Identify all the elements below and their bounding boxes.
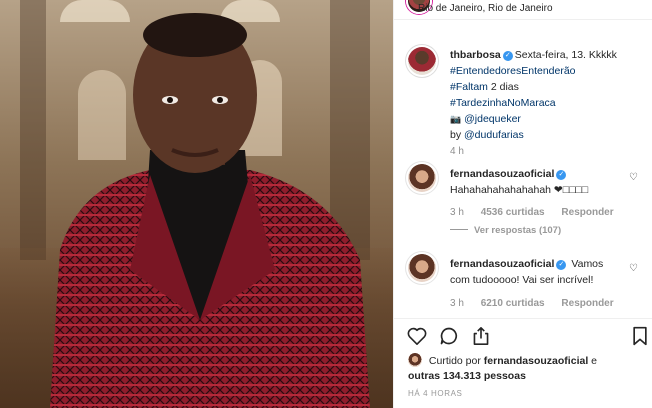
bookmark-icon[interactable] [629,325,651,347]
credit-link[interactable]: @dudufarias [464,129,524,141]
caption-text: 2 dias [490,81,519,93]
caption: thbarbosa ✓ Sexta-feira, 13. Kkkkk #Entend… [450,47,645,143]
comment-avatar[interactable] [408,164,436,192]
reply-button[interactable]: Responder [561,298,613,309]
liker-avatar [408,353,422,367]
hashtag-link[interactable]: #EntendedoresEntenderão [450,63,645,79]
likes-count-link[interactable]: outras 134.313 pessoas [408,370,526,382]
comment-avatar[interactable] [408,254,436,282]
verified-badge-icon: ✓ [502,51,513,61]
verified-badge-icon: ✓ [556,260,567,270]
comment-heart-icon[interactable]: ♡ [629,172,638,183]
action-bar: Curtido por fernandasouzaoficial e outra… [394,318,652,408]
comment: fernandasouzaoficial ✓ Vamos com tudooooo… [450,256,620,288]
post-timestamp[interactable]: HÁ 4 HORAS [408,389,462,398]
comment-likes[interactable]: 6210 curtidas [481,298,545,309]
comment-username[interactable]: fernandasouzaoficial [450,168,554,180]
comment-username[interactable]: fernandasouzaoficial [450,258,554,270]
caption-meta: 4 h [450,146,478,157]
comment-icon[interactable] [438,325,460,347]
heart-icon[interactable] [406,325,428,347]
liked-prefix: Curtido por [428,355,481,367]
share-icon[interactable] [470,325,492,347]
comment-meta: 3 h 6210 curtidas Responder [450,298,628,309]
liker-username[interactable]: fernandasouzaoficial [484,355,588,367]
comment-meta: 3 h 4536 curtidas Responder [450,207,628,218]
comment-likes[interactable]: 4536 curtidas [481,207,545,218]
reply-button[interactable]: Responder [561,207,613,218]
credit-link[interactable]: @jdequeker [464,113,521,125]
caption-username[interactable]: thbarbosa [450,49,501,61]
camera-icon: 📷 [450,114,462,124]
comment-time[interactable]: 3 h [450,298,464,309]
caption-time[interactable]: 4 h [450,146,464,157]
comment: fernandasouzaoficial ✓ Hahahahahahahahah … [450,166,620,198]
liked-by: Curtido por fernandasouzaoficial e outra… [408,353,597,384]
person-figure [50,13,370,408]
comment-heart-icon[interactable]: ♡ [629,263,638,274]
liked-suffix: e [591,355,598,367]
caption-text: Sexta-feira, 13. Kkkkk [514,49,617,61]
comment-time[interactable]: 3 h [450,207,464,218]
caption-author-avatar[interactable] [408,47,436,75]
location-row: Rio de Janeiro, Rio de Janeiro [394,0,652,20]
hashtag-link[interactable]: #Faltam [450,81,488,93]
post-details-panel: Rio de Janeiro, Rio de Janeiro thbarbosa… [393,0,652,408]
verified-badge-icon: ✓ [556,170,567,180]
caption-text: by [450,129,462,141]
view-replies-button[interactable]: Ver respostas (107) [450,225,561,236]
comment-text: Hahahahahahahahah ❤□□□□ [450,184,589,196]
hashtag-link[interactable]: #TardezinhaNoMaraca [450,95,645,111]
post-photo [0,0,393,408]
location-link[interactable]: Rio de Janeiro, Rio de Janeiro [418,3,553,14]
